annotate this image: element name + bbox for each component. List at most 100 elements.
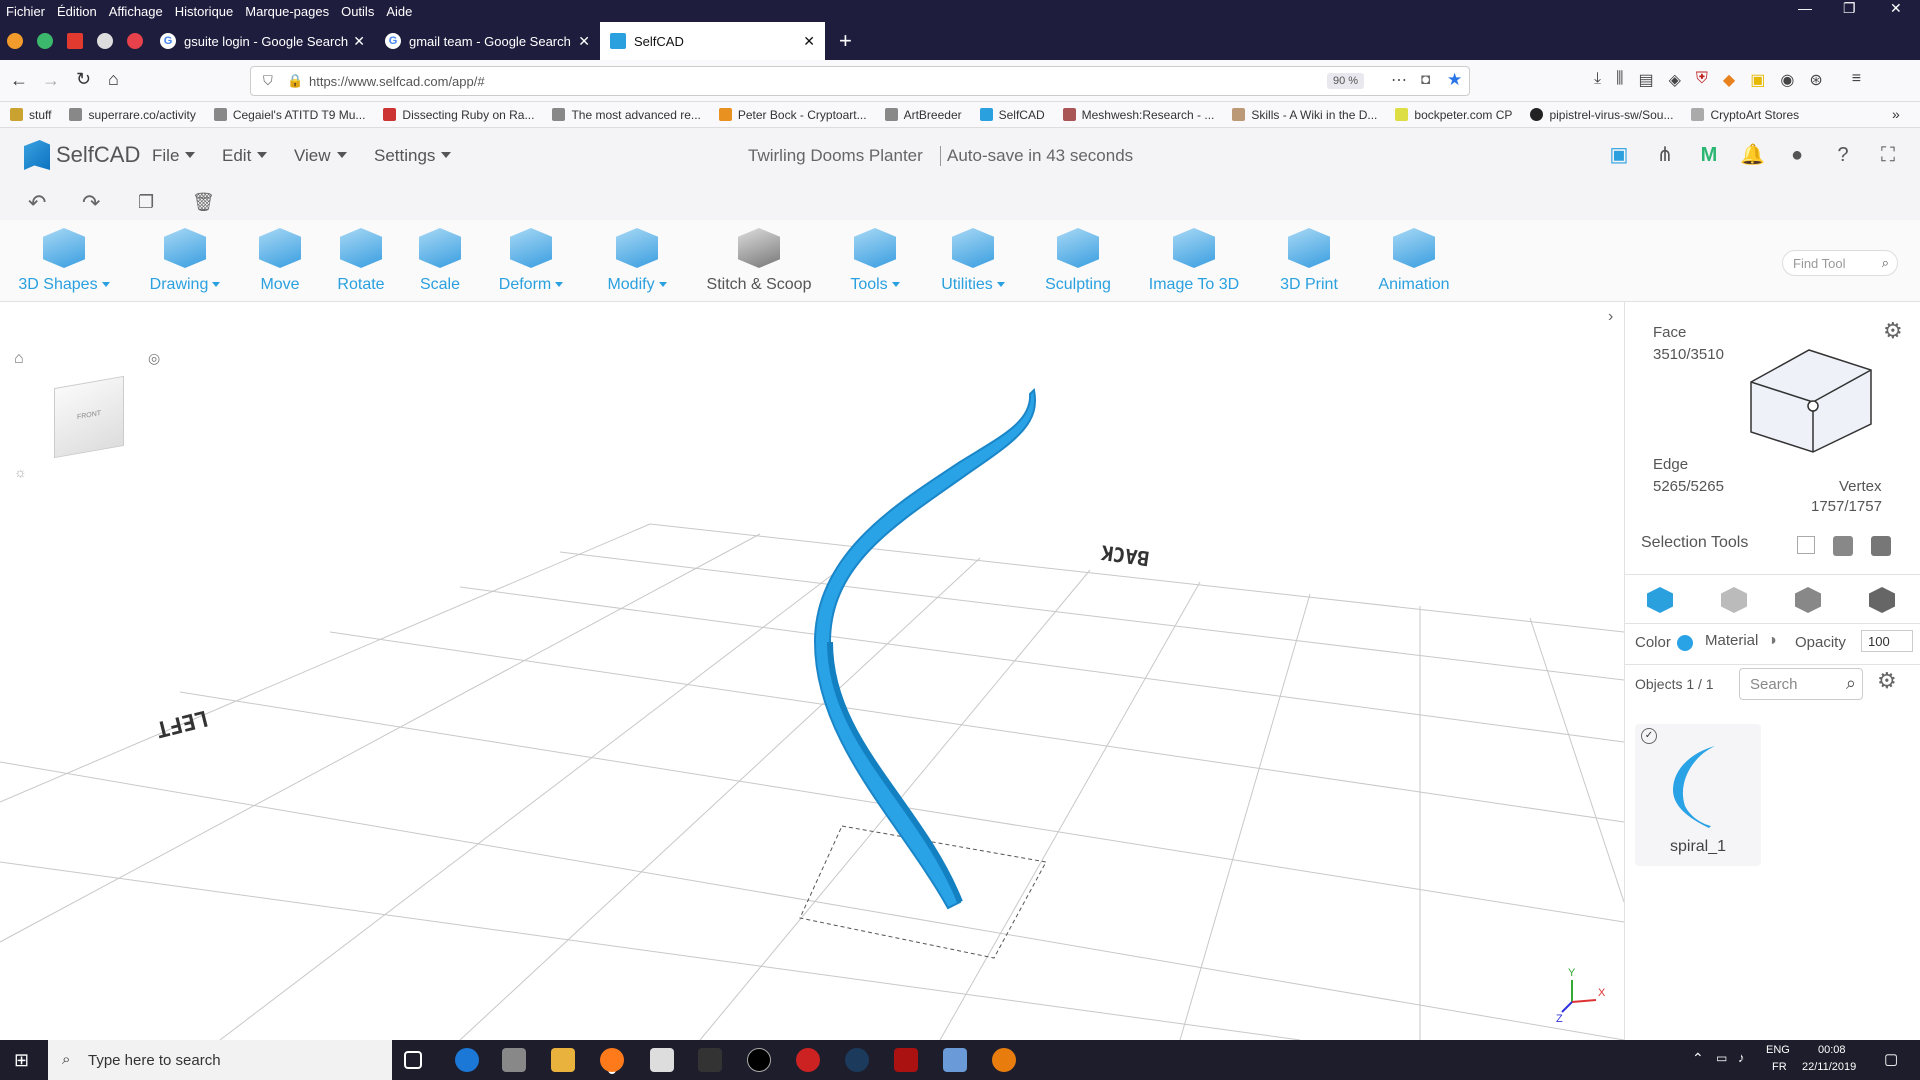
gear-icon[interactable]: ⚙	[1883, 318, 1903, 344]
library-icon[interactable]: ⫼	[1616, 70, 1623, 90]
zoom-indicator[interactable]: 90 %	[1327, 73, 1365, 89]
tab-selfcad[interactable]: SelfCAD ✕	[600, 22, 825, 60]
object-search-input[interactable]: Search ⌕	[1739, 668, 1863, 700]
bookmark-item[interactable]: SelfCAD	[979, 108, 1045, 122]
lock-icon[interactable]: 🔒	[287, 73, 303, 89]
undo-icon[interactable]: ↶	[28, 190, 46, 216]
close-tab-icon[interactable]: ✕	[803, 33, 815, 50]
reload-icon[interactable]: ↻	[76, 69, 91, 90]
battery-icon[interactable]: ▭	[1716, 1051, 1727, 1065]
fullscreen-icon[interactable]: ⛶	[1877, 144, 1899, 166]
document-title[interactable]: Twirling Dooms Planter	[748, 146, 923, 166]
m-icon[interactable]: M	[1698, 144, 1720, 166]
bookmark-item[interactable]: Skills - A Wiki in the D...	[1232, 108, 1377, 122]
tool-deform[interactable]: Deform	[494, 228, 568, 294]
bookmark-star-icon[interactable]: ★	[1447, 70, 1462, 90]
3d-viewport[interactable]: BACK LEFT Y X Z ⌂ ◎ ☼ FRONT ›	[0, 302, 1624, 1040]
material-icon[interactable]: ◑	[1767, 632, 1777, 650]
metamask-icon[interactable]: ◆	[1723, 70, 1735, 90]
pinned-tab-4[interactable]	[90, 22, 120, 60]
copy-icon[interactable]: ❐	[138, 192, 154, 213]
paint-select-icon[interactable]	[1871, 536, 1891, 556]
lasso-select-icon[interactable]	[1833, 536, 1853, 556]
edge-browser-icon[interactable]	[455, 1048, 479, 1072]
volume-icon[interactable]: ♪	[1738, 1050, 1745, 1065]
user-icon[interactable]: ●	[1786, 144, 1808, 166]
forward-icon[interactable]: →	[42, 70, 60, 91]
bookmark-item[interactable]: Cegaiel's ATITD T9 Mu...	[213, 108, 365, 122]
sidebar-icon[interactable]: ▤	[1638, 70, 1653, 90]
tool-drawing[interactable]: Drawing	[145, 228, 225, 294]
delete-icon[interactable]: 🗑	[192, 192, 215, 213]
check-icon[interactable]: ✓	[1641, 728, 1657, 744]
file-explorer-icon[interactable]	[551, 1048, 575, 1072]
menu-outils[interactable]: Outils	[341, 4, 374, 19]
bookmark-item[interactable]: The most advanced re...	[552, 108, 701, 122]
tool-animation[interactable]: Animation	[1374, 228, 1454, 294]
face-mode-icon[interactable]	[1721, 587, 1747, 613]
menu-affichage[interactable]: Affichage	[109, 4, 163, 19]
home-icon[interactable]: ⌂	[108, 69, 119, 90]
find-tool-input[interactable]: Find Tool ⌕	[1782, 250, 1898, 276]
close-tab-icon[interactable]: ✕	[353, 33, 365, 50]
tool-3d-print[interactable]: 3D Print	[1276, 228, 1342, 294]
clock-time[interactable]: 00:08	[1818, 1044, 1846, 1056]
panel-collapse-icon[interactable]: ›	[1608, 308, 1613, 326]
menu-fichier[interactable]: Fichier	[6, 4, 45, 19]
menu-marque-pages[interactable]: Marque-pages	[245, 4, 329, 19]
more-actions-icon[interactable]: ⋯	[1391, 70, 1407, 90]
tab-gsuite-login[interactable]: G gsuite login - Google Search ✕	[150, 22, 375, 60]
taskbar-search[interactable]: ⌕ Type here to search	[48, 1040, 392, 1080]
selfcad-logo[interactable]: SelfCAD	[24, 140, 140, 170]
pinned-tab-1[interactable]	[0, 22, 30, 60]
tool-scale[interactable]: Scale	[418, 228, 462, 294]
bookmark-item[interactable]: pipistrel-virus-sw/Sou...	[1530, 108, 1673, 122]
file-menu[interactable]: File	[152, 146, 195, 166]
tool-3d-shapes[interactable]: 3D Shapes	[16, 228, 112, 294]
notifications-icon[interactable]: ▢	[1884, 1050, 1898, 1068]
tool-move[interactable]: Move	[256, 228, 304, 294]
tool-rotate[interactable]: Rotate	[334, 228, 388, 294]
store-icon[interactable]	[502, 1048, 526, 1072]
pinned-tab-2[interactable]	[30, 22, 60, 60]
close-window-button[interactable]: ✕	[1890, 0, 1902, 17]
color-swatch[interactable]	[1677, 635, 1693, 651]
bookmark-item[interactable]: Meshwesh:Research - ...	[1062, 108, 1214, 122]
back-icon[interactable]: ←	[10, 70, 28, 91]
app-icon[interactable]	[796, 1048, 820, 1072]
minimize-button[interactable]: —	[1798, 0, 1812, 16]
bookmark-item[interactable]: Dissecting Ruby on Ra...	[383, 108, 534, 122]
share-icon[interactable]: ⋔	[1654, 144, 1676, 166]
chevron-more-icon[interactable]: »	[1892, 106, 1900, 122]
bookmark-item[interactable]: stuff	[10, 108, 51, 122]
keyboard-layout[interactable]: FR	[1772, 1061, 1787, 1073]
address-bar[interactable]: ⛉ 🔒 https://www.selfcad.com/app/# 90 % ⋯…	[250, 66, 1470, 96]
clock-date[interactable]: 22/11/2019	[1802, 1061, 1856, 1073]
app-icon[interactable]	[894, 1048, 918, 1072]
pocket-icon[interactable]: ◘	[1421, 71, 1430, 88]
tool-image-to-3d[interactable]: Image To 3D	[1146, 228, 1242, 294]
new-tab-button[interactable]: +	[839, 28, 852, 54]
task-view-icon[interactable]	[404, 1051, 422, 1069]
settings-menu[interactable]: Settings	[374, 146, 451, 166]
account-icon[interactable]: ◉	[1780, 70, 1794, 90]
save-icon[interactable]: ▣	[1608, 144, 1630, 166]
tool-utilities[interactable]: Utilities	[936, 228, 1010, 294]
app-icon[interactable]	[698, 1048, 722, 1072]
bookmark-item[interactable]: Peter Bock - Cryptoart...	[718, 108, 867, 122]
edit-menu[interactable]: Edit	[222, 146, 267, 166]
close-tab-icon[interactable]: ✕	[578, 33, 590, 50]
pinned-tab-5[interactable]	[120, 22, 150, 60]
menu-icon[interactable]: ≡	[1852, 70, 1861, 90]
home-view-icon[interactable]: ⌂	[14, 350, 24, 368]
steam-icon[interactable]	[845, 1048, 869, 1072]
view-cube[interactable]: FRONT	[54, 375, 124, 459]
shield-icon[interactable]: ⛉	[263, 73, 273, 89]
tool-sculpting[interactable]: Sculpting	[1042, 228, 1114, 294]
download-icon[interactable]: ⤓	[1594, 70, 1601, 90]
extension-icon[interactable]: ◈	[1669, 70, 1681, 90]
restore-button[interactable]: ❐	[1843, 0, 1856, 17]
redo-icon[interactable]: ↷	[82, 190, 100, 216]
tool-tools[interactable]: Tools	[846, 228, 904, 294]
light-icon[interactable]: ☼	[14, 464, 27, 480]
